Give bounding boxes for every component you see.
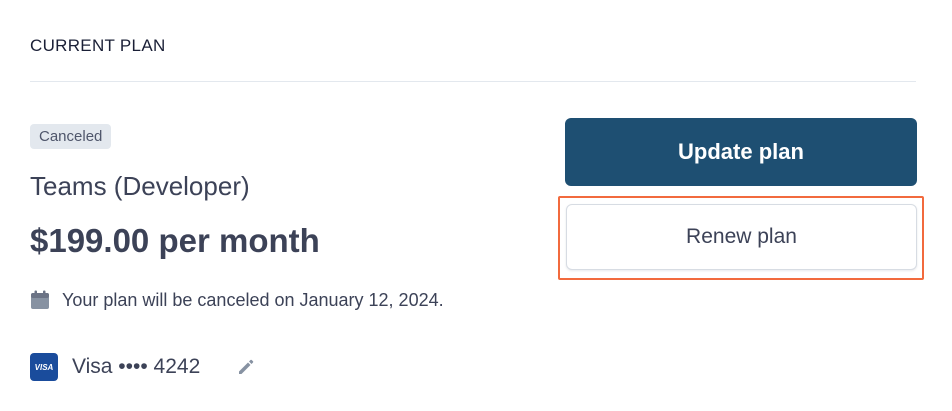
card-number: Visa •••• 4242 <box>72 355 201 378</box>
cancel-note-text: Your plan will be canceled on January 12… <box>62 289 444 310</box>
section-title: CURRENT PLAN <box>30 36 166 55</box>
divider <box>30 81 916 82</box>
payment-method: VISA Visa •••• 4242 <box>30 352 256 382</box>
status-badge: Canceled <box>30 124 112 149</box>
update-plan-button[interactable]: Update plan <box>565 118 917 186</box>
plan-price: $199.00 per month <box>30 222 320 259</box>
pencil-icon[interactable] <box>236 357 256 377</box>
visa-card-icon: VISA <box>30 353 58 381</box>
cancel-note: Your plan will be canceled on January 12… <box>30 288 444 312</box>
renew-plan-button[interactable]: Renew plan <box>566 204 917 270</box>
plan-name: Teams (Developer) <box>30 171 250 201</box>
calendar-icon <box>30 290 50 310</box>
